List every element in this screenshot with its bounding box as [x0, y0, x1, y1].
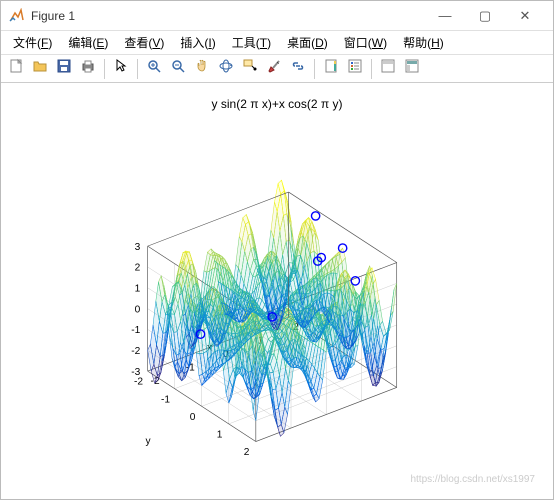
window-title: Figure 1 — [31, 9, 425, 23]
menu-t[interactable]: 工具(T) — [224, 32, 279, 53]
print-icon — [80, 58, 96, 79]
menu-w[interactable]: 窗口(W) — [336, 32, 395, 53]
rotate-3d-icon — [218, 58, 234, 79]
print-button[interactable] — [77, 58, 99, 80]
hide-tools-icon — [380, 58, 396, 79]
menu-v[interactable]: 查看(V) — [116, 32, 172, 53]
svg-text:-1: -1 — [131, 325, 140, 336]
toolbar-separator — [137, 59, 138, 79]
data-cursor-button[interactable] — [239, 58, 261, 80]
new-figure-button[interactable] — [5, 58, 27, 80]
link-button[interactable] — [287, 58, 309, 80]
pointer-icon — [113, 58, 129, 79]
svg-text:2: 2 — [244, 447, 250, 458]
new-figure-icon — [8, 58, 24, 79]
zoom-out-icon — [170, 58, 186, 79]
marker-peak-marker-1[interactable] — [311, 212, 319, 220]
save-icon — [56, 58, 72, 79]
chart-title: y sin(2 π x)+x cos(2 π y) — [9, 97, 545, 111]
figure-window: Figure 1 — ▢ ✕ 文件(F)编辑(E)查看(V)插入(I)工具(T)… — [0, 0, 554, 500]
toolbar — [1, 55, 553, 83]
toolbar-separator — [371, 59, 372, 79]
svg-text:3: 3 — [135, 242, 141, 253]
menu-e[interactable]: 编辑(E) — [60, 32, 116, 53]
open-icon — [32, 58, 48, 79]
insert-legend-icon — [347, 58, 363, 79]
brush-icon — [266, 58, 282, 79]
pan-icon — [194, 58, 210, 79]
show-tools-button[interactable] — [401, 58, 423, 80]
toolbar-separator — [314, 59, 315, 79]
insert-colorbar-icon — [323, 58, 339, 79]
maximize-button[interactable]: ▢ — [465, 2, 505, 30]
svg-text:0: 0 — [135, 304, 141, 315]
watermark: https://blog.csdn.net/xs1997 — [410, 474, 535, 485]
menu-f[interactable]: 文件(F) — [5, 32, 60, 53]
hide-tools-button[interactable] — [377, 58, 399, 80]
open-button[interactable] — [29, 58, 51, 80]
svg-text:-2: -2 — [131, 346, 140, 357]
minimize-button[interactable]: — — [425, 2, 465, 30]
svg-text:-2: -2 — [134, 377, 143, 388]
pointer-button[interactable] — [110, 58, 132, 80]
svg-text:y: y — [145, 436, 151, 447]
svg-text:1: 1 — [135, 283, 141, 294]
insert-colorbar-button[interactable] — [320, 58, 342, 80]
svg-text:0: 0 — [190, 412, 196, 423]
close-button[interactable]: ✕ — [505, 2, 545, 30]
title-bar[interactable]: Figure 1 — ▢ ✕ — [1, 1, 553, 31]
menu-h[interactable]: 帮助(H) — [395, 32, 452, 53]
menu-d[interactable]: 桌面(D) — [279, 32, 336, 53]
save-button[interactable] — [53, 58, 75, 80]
toolbar-separator — [104, 59, 105, 79]
matlab-icon — [9, 8, 25, 24]
axes-3d[interactable]: y sin(2 π x)+x cos(2 π y) -3-2-10123-2-1… — [9, 91, 545, 491]
rotate-3d-button[interactable] — [215, 58, 237, 80]
menu-bar: 文件(F)编辑(E)查看(V)插入(I)工具(T)桌面(D)窗口(W)帮助(H) — [1, 31, 553, 55]
surface-plot[interactable]: -3-2-10123-2-1012-2-1012xy — [9, 117, 545, 487]
zoom-out-button[interactable] — [167, 58, 189, 80]
brush-button[interactable] — [263, 58, 285, 80]
menu-i[interactable]: 插入(I) — [172, 32, 223, 53]
svg-text:-1: -1 — [161, 394, 170, 405]
link-icon — [290, 58, 306, 79]
svg-text:2: 2 — [135, 263, 141, 274]
show-tools-icon — [404, 58, 420, 79]
window-controls: — ▢ ✕ — [425, 2, 545, 30]
data-cursor-icon — [242, 58, 258, 79]
svg-text:1: 1 — [217, 430, 223, 441]
zoom-in-button[interactable] — [143, 58, 165, 80]
plot-area[interactable]: y sin(2 π x)+x cos(2 π y) -3-2-10123-2-1… — [1, 83, 553, 499]
zoom-in-icon — [146, 58, 162, 79]
insert-legend-button[interactable] — [344, 58, 366, 80]
pan-button[interactable] — [191, 58, 213, 80]
marker-marker-5[interactable] — [351, 277, 359, 285]
